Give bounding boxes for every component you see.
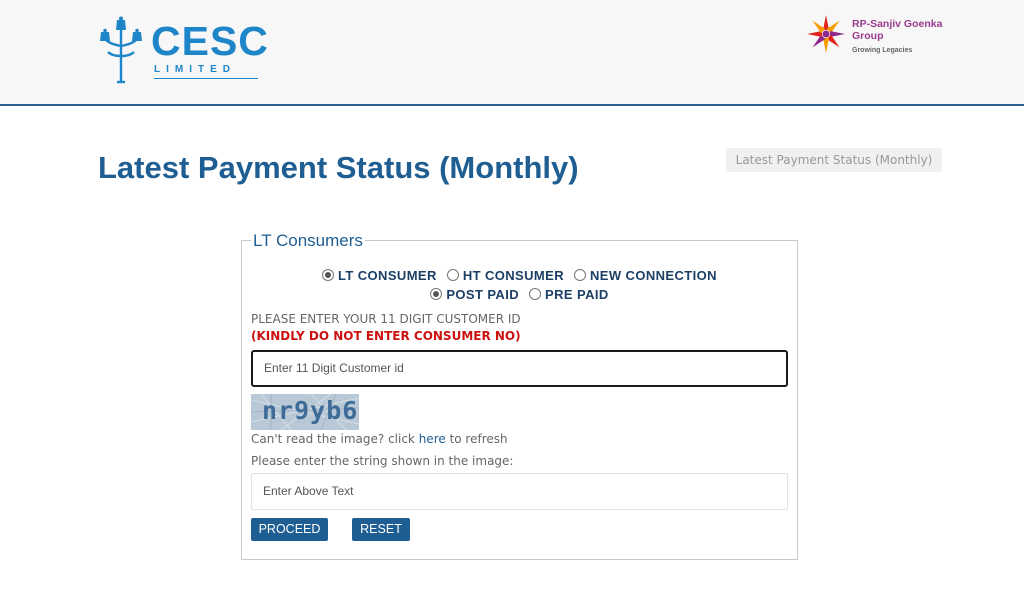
page-title: Latest Payment Status (Monthly): [98, 150, 579, 185]
radio-ht-consumer[interactable]: HT CONSUMER: [446, 268, 564, 284]
radio-label: NEW CONNECTION: [590, 268, 717, 283]
site-header: CESC LIMITED RP-Sanjiv Goenka Group Grow…: [0, 0, 1024, 106]
street-lamp-icon: [100, 16, 142, 84]
refresh-prefix: Can't read the image? click: [251, 432, 419, 446]
radio-button[interactable]: [322, 269, 335, 281]
customer-id-instruction: PLEASE ENTER YOUR 11 DIGIT CUSTOMER ID: [251, 312, 521, 326]
radio-post-paid[interactable]: POST PAID: [430, 287, 519, 303]
breadcrumb: Latest Payment Status (Monthly): [726, 148, 942, 172]
payment-type-group: POST PAID PRE PAID: [241, 287, 798, 303]
cesc-logo[interactable]: CESC LIMITED: [96, 16, 269, 84]
reset-button[interactable]: RESET: [352, 518, 410, 541]
radio-label: POST PAID: [446, 287, 520, 302]
radio-pre-paid[interactable]: PRE PAID: [529, 287, 609, 303]
rpsg-logo-name: RP-Sanjiv Goenka Group: [852, 18, 943, 42]
radio-button[interactable]: [574, 269, 587, 281]
customer-id-input[interactable]: Enter 11 Digit Customer id: [251, 350, 788, 387]
radio-label: PRE PAID: [545, 287, 609, 302]
captcha-image: nr9yb6: [251, 394, 359, 430]
captcha-text: nr9yb6: [262, 396, 359, 425]
consumer-type-group: LT CONSUMER HT CONSUMER NEW CONNECTION: [241, 268, 798, 284]
fieldset-legend: LT Consumers: [251, 231, 365, 251]
captcha-prompt: Please enter the string shown in the ima…: [251, 454, 514, 468]
radio-button[interactable]: [529, 288, 542, 300]
rpsg-logo-tagline: Growing Legacies: [852, 47, 913, 54]
refresh-suffix: to refresh: [445, 432, 508, 446]
radio-button[interactable]: [446, 269, 459, 281]
consumer-no-warning: (KINDLY DO NOT ENTER CONSUMER NO): [251, 329, 521, 343]
captcha-refresh-link[interactable]: here: [419, 432, 446, 446]
radio-label: HT CONSUMER: [462, 268, 564, 283]
captcha-input[interactable]: Enter Above Text: [251, 473, 788, 510]
rpsg-logo[interactable]: RP-Sanjiv Goenka Group Growing Legacies: [806, 14, 956, 60]
proceed-button[interactable]: PROCEED: [251, 518, 328, 541]
radio-lt-consumer[interactable]: LT CONSUMER: [322, 268, 437, 284]
cesc-logo-subtitle: LIMITED: [154, 64, 258, 79]
rpsg-star-icon: [807, 15, 845, 53]
captcha-refresh-text: Can't read the image? click here to refr…: [251, 432, 508, 447]
radio-button[interactable]: [430, 288, 443, 300]
radio-new-connection[interactable]: NEW CONNECTION: [574, 268, 717, 284]
radio-label: LT CONSUMER: [338, 268, 437, 283]
cesc-logo-name: CESC: [151, 18, 269, 64]
